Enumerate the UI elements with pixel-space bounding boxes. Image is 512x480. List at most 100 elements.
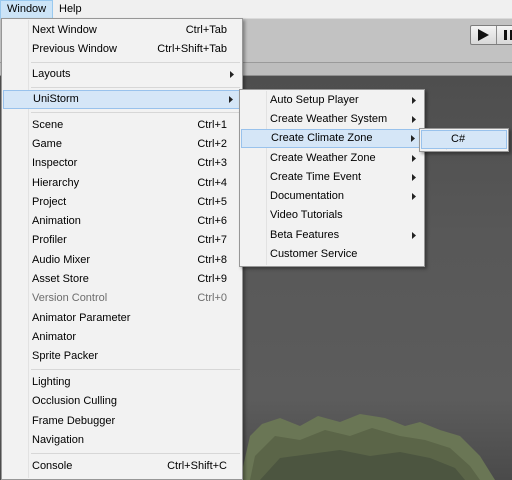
pause-icon <box>504 30 512 40</box>
menu-item-frame-debugger[interactable]: Frame Debugger <box>3 412 241 431</box>
menu-item-label: Lighting <box>32 376 71 388</box>
menu-item-create-climate-zone[interactable]: Create Climate Zone <box>241 129 423 148</box>
menu-item-label: Navigation <box>32 434 84 446</box>
menu-item-sprite-packer[interactable]: Sprite Packer <box>3 347 241 366</box>
menu-item-animator[interactable]: Animator <box>3 328 241 347</box>
menu-separator <box>31 112 240 113</box>
menu-item-shortcut: Ctrl+Tab <box>185 24 227 36</box>
menu-item-asset-store[interactable]: Asset Store Ctrl+9 <box>3 270 241 289</box>
menu-item-shortcut: Ctrl+Shift+C <box>167 460 227 472</box>
menu-item-label: Customer Service <box>270 248 358 260</box>
menu-item-label: Video Tutorials <box>270 209 343 221</box>
menu-item-shortcut: Ctrl+1 <box>197 119 227 131</box>
menu-item-label: Beta Features <box>270 229 340 241</box>
menu-item-lighting[interactable]: Lighting <box>3 373 241 392</box>
menu-item-label: Animator Parameter <box>32 312 131 324</box>
menu-item-shortcut: Ctrl+3 <box>197 157 227 169</box>
submenu-arrow-icon <box>230 71 234 78</box>
unistorm-submenu: Auto Setup Player Create Weather System … <box>239 89 425 267</box>
submenu-arrow-icon <box>412 116 416 123</box>
menu-item-unistorm[interactable]: UniStorm <box>3 90 241 109</box>
menu-item-console[interactable]: Console Ctrl+Shift+C <box>3 457 241 476</box>
menu-item-shortcut: Ctrl+0 <box>197 292 227 304</box>
submenu-arrow-icon <box>412 97 416 104</box>
menu-item-layouts[interactable]: Layouts <box>3 65 241 84</box>
menu-item-label: Create Time Event <box>270 171 362 183</box>
menu-separator <box>31 369 240 370</box>
menu-item-animator-parameter[interactable]: Animator Parameter <box>3 309 241 328</box>
menu-item-label: Game <box>32 138 62 150</box>
submenu-arrow-icon <box>412 155 416 162</box>
menu-item-auto-setup-player[interactable]: Auto Setup Player <box>241 91 423 110</box>
menu-item-label: Previous Window <box>32 43 117 55</box>
menu-item-shortcut: Ctrl+2 <box>197 138 227 150</box>
menu-item-label: Profiler <box>32 234 67 246</box>
menu-item-label: Animation <box>32 215 81 227</box>
menu-item-label: Frame Debugger <box>32 415 116 427</box>
menu-item-shortcut: Ctrl+8 <box>197 254 227 266</box>
submenu-arrow-icon <box>412 174 416 181</box>
menu-item-game[interactable]: Game Ctrl+2 <box>3 135 241 154</box>
window-menu: Next Window Ctrl+Tab Previous Window Ctr… <box>1 18 243 480</box>
menu-item-create-weather-zone[interactable]: Create Weather Zone <box>241 149 423 168</box>
menubar-help[interactable]: Help <box>53 0 88 19</box>
menu-item-scene[interactable]: Scene Ctrl+1 <box>3 116 241 135</box>
menu-item-label: Create Weather Zone <box>270 152 376 164</box>
menu-item-label: Auto Setup Player <box>270 94 359 106</box>
menu-item-next-window[interactable]: Next Window Ctrl+Tab <box>3 21 241 40</box>
menu-separator <box>31 62 240 63</box>
menu-item-documentation[interactable]: Documentation <box>241 187 423 206</box>
menu-item-label: Layouts <box>32 68 71 80</box>
menu-item-csharp[interactable]: C# <box>421 130 507 149</box>
menu-bar: Window Help <box>0 0 512 19</box>
menu-item-label: Sprite Packer <box>32 350 99 362</box>
menu-item-label: Project <box>32 196 67 208</box>
play-button[interactable] <box>471 26 497 44</box>
menu-item-label: Documentation <box>270 190 344 202</box>
menu-item-shortcut: Ctrl+Shift+Tab <box>157 43 227 55</box>
menu-item-shortcut: Ctrl+7 <box>197 234 227 246</box>
menu-item-project[interactable]: Project Ctrl+5 <box>3 193 241 212</box>
menu-item-label: Inspector <box>32 157 78 169</box>
menu-item-label: Animator <box>32 331 77 343</box>
playback-controls <box>470 25 512 45</box>
menu-separator <box>31 453 240 454</box>
menu-item-audio-mixer[interactable]: Audio Mixer Ctrl+8 <box>3 251 241 270</box>
submenu-arrow-icon <box>229 96 233 103</box>
menu-item-label: Asset Store <box>32 273 89 285</box>
submenu-arrow-icon <box>412 193 416 200</box>
menu-item-shortcut: Ctrl+9 <box>197 273 227 285</box>
menu-item-label: UniStorm <box>33 93 79 105</box>
submenu-arrow-icon <box>411 135 415 142</box>
menu-item-previous-window[interactable]: Previous Window Ctrl+Shift+Tab <box>3 40 241 59</box>
menu-item-profiler[interactable]: Profiler Ctrl+7 <box>3 231 241 250</box>
play-icon <box>478 29 489 41</box>
menu-item-label: Create Weather System <box>270 113 388 125</box>
menu-item-animation[interactable]: Animation Ctrl+6 <box>3 212 241 231</box>
menu-item-label: C# <box>451 133 466 145</box>
menu-item-label: Scene <box>32 119 64 131</box>
menu-separator <box>31 87 240 88</box>
menu-item-label: Console <box>32 460 73 472</box>
menu-item-label: Next Window <box>32 24 97 36</box>
pause-button[interactable] <box>498 26 512 44</box>
menu-item-shortcut: Ctrl+4 <box>197 177 227 189</box>
menu-item-label: Occlusion Culling <box>32 395 117 407</box>
menubar-window[interactable]: Window <box>0 0 54 19</box>
climate-zone-submenu: C# <box>419 128 509 152</box>
menu-item-occlusion-culling[interactable]: Occlusion Culling <box>3 392 241 411</box>
menu-item-create-time-event[interactable]: Create Time Event <box>241 168 423 187</box>
menu-item-label: Version Control <box>32 292 108 304</box>
menu-item-label: Create Climate Zone <box>271 132 373 144</box>
menu-item-create-weather-system[interactable]: Create Weather System <box>241 110 423 129</box>
menu-item-version-control: Version Control Ctrl+0 <box>3 289 241 308</box>
submenu-arrow-icon <box>412 232 416 239</box>
menu-item-label: Hierarchy <box>32 177 80 189</box>
menu-item-shortcut: Ctrl+6 <box>197 215 227 227</box>
menu-item-beta-features[interactable]: Beta Features <box>241 226 423 245</box>
menu-item-inspector[interactable]: Inspector Ctrl+3 <box>3 154 241 173</box>
menu-item-customer-service[interactable]: Customer Service <box>241 245 423 264</box>
menu-item-hierarchy[interactable]: Hierarchy Ctrl+4 <box>3 174 241 193</box>
menu-item-navigation[interactable]: Navigation <box>3 431 241 450</box>
menu-item-video-tutorials[interactable]: Video Tutorials <box>241 206 423 225</box>
